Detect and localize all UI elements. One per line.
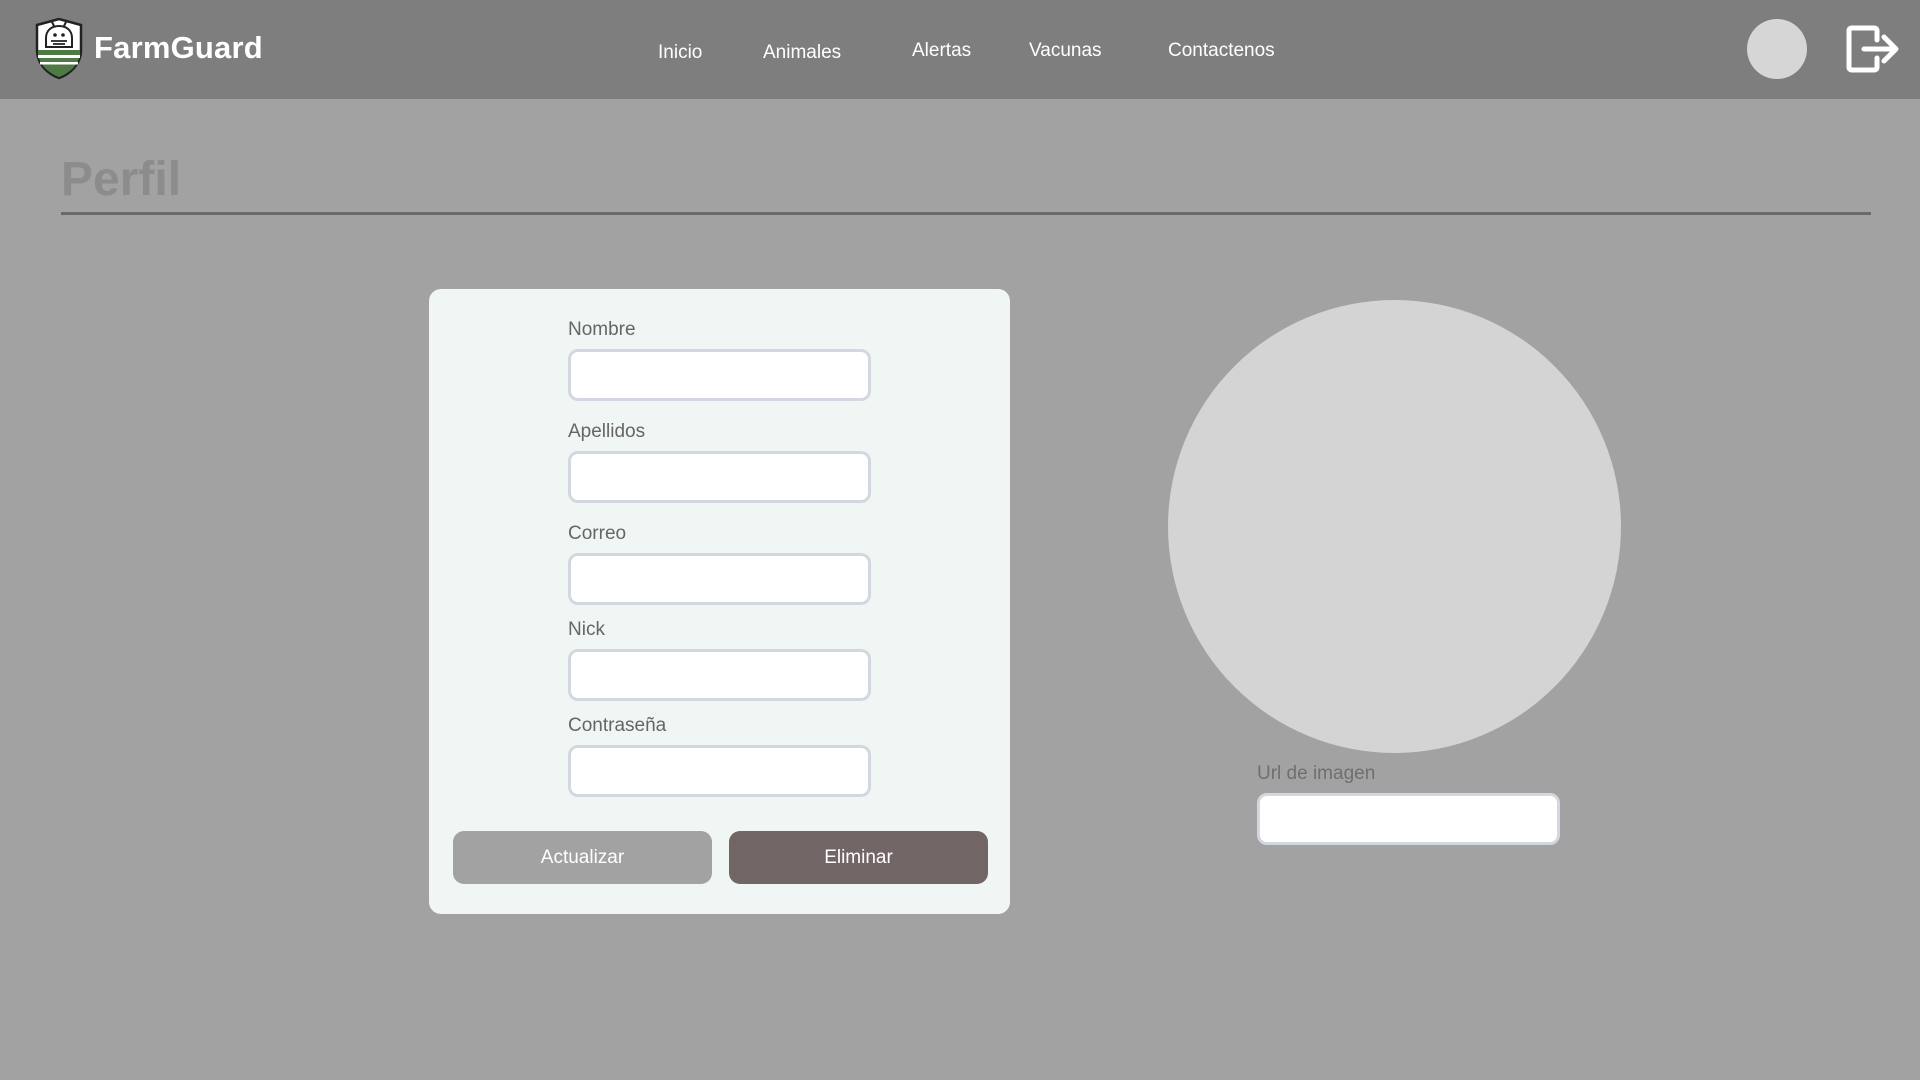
nav-link-vacunas[interactable]: Vacunas [1029,40,1102,62]
brand-name: FarmGuard [94,30,263,65]
title-divider [61,212,1871,215]
image-url-label: Url de imagen [1257,763,1376,784]
update-button[interactable]: Actualizar [453,831,712,884]
profile-form-card: Nombre Apellidos Correo Nick Contraseña … [429,289,1010,914]
apellidos-label: Apellidos [568,421,646,442]
profile-image-placeholder [1168,300,1621,753]
nav-link-alertas[interactable]: Alertas [912,40,971,62]
nav-link-animales[interactable]: Animales [763,42,841,64]
brand[interactable]: FarmGuard [34,16,263,80]
logout-icon[interactable] [1846,24,1900,74]
correo-input[interactable] [568,553,871,605]
user-avatar[interactable] [1747,19,1807,79]
contrasena-input[interactable] [568,745,871,797]
nick-label: Nick [568,619,605,640]
delete-button[interactable]: Eliminar [729,831,988,884]
apellidos-input[interactable] [568,451,871,503]
navbar: FarmGuard Inicio Animales Alertas Vacuna… [0,0,1920,99]
correo-label: Correo [568,523,627,544]
nav-link-inicio[interactable]: Inicio [658,42,702,64]
page-title: Perfil [61,153,182,206]
farm-shield-logo-icon [35,17,83,80]
nav-link-contactenos[interactable]: Contactenos [1168,40,1275,62]
nombre-label: Nombre [568,319,636,340]
nick-input[interactable] [568,649,871,701]
contrasena-label: Contraseña [568,715,667,736]
image-url-input[interactable] [1257,793,1560,845]
nombre-input[interactable] [568,349,871,401]
